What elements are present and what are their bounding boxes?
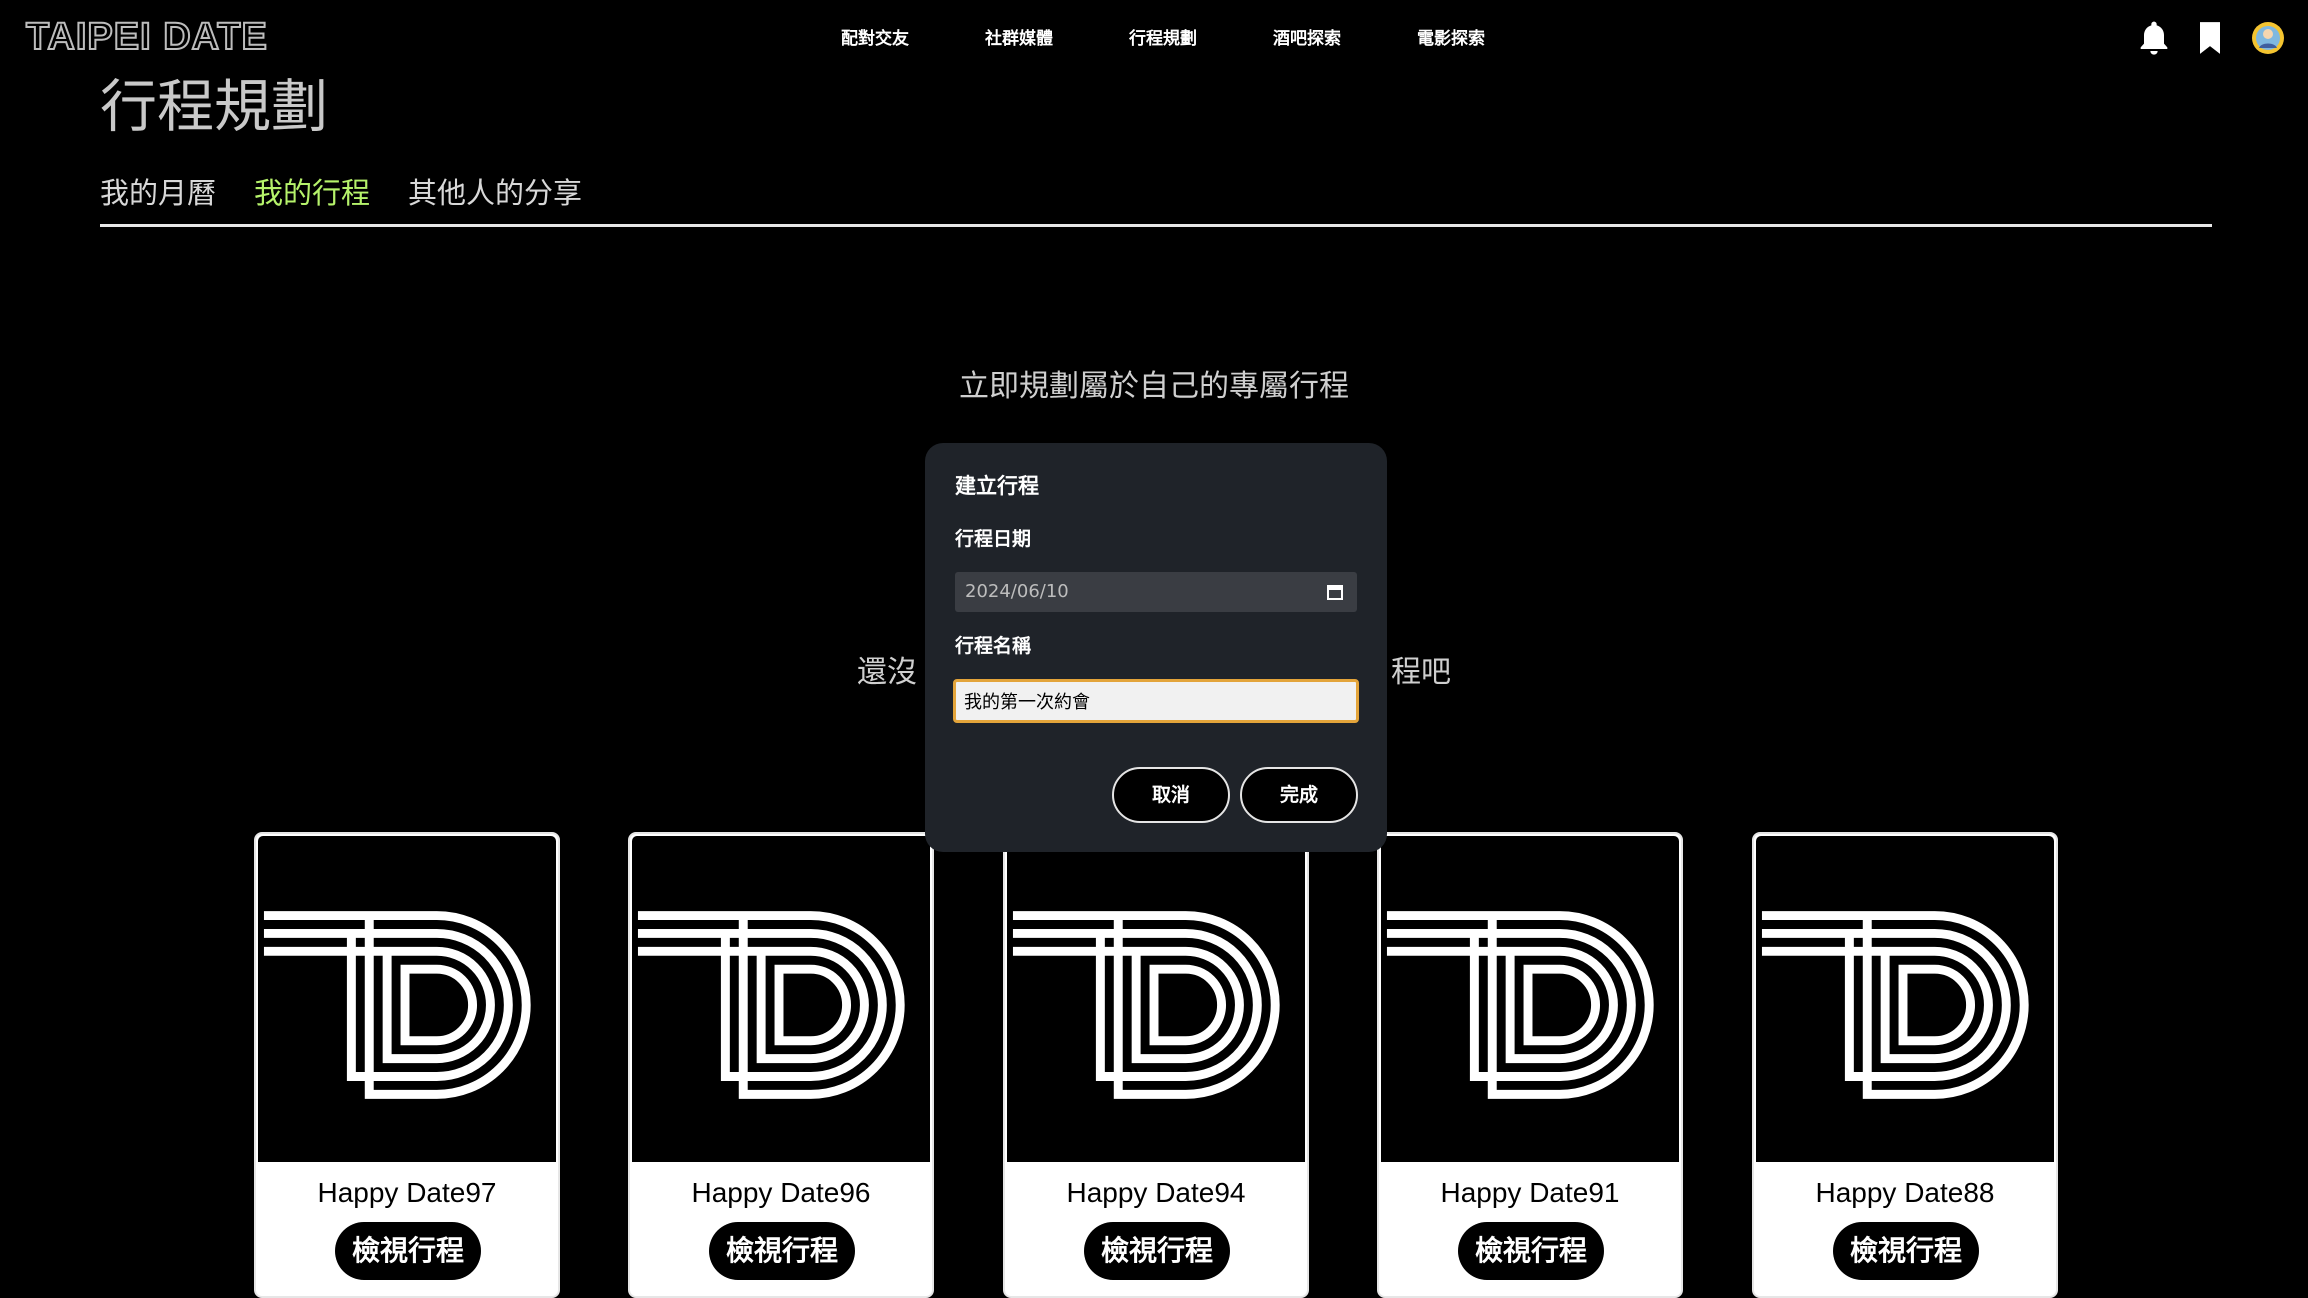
- card-title: Happy Date97: [317, 1177, 497, 1208]
- cancel-button[interactable]: 取消: [1112, 767, 1230, 823]
- tab-my-itinerary[interactable]: 我的行程: [254, 170, 370, 216]
- date-label: 行程日期: [955, 528, 1032, 550]
- view-itinerary-button[interactable]: 檢視行程: [1833, 1222, 1979, 1280]
- view-itinerary-button[interactable]: 檢視行程: [1458, 1222, 1604, 1280]
- d-logo-image: [1761, 911, 2029, 1099]
- card-title: Happy Date94: [1066, 1177, 1246, 1208]
- tab-divider: [100, 224, 2212, 227]
- card-logo-image: [1381, 836, 1679, 1162]
- itinerary-card[interactable]: Happy Date97 檢視行程: [254, 832, 560, 1298]
- view-itinerary-button[interactable]: 檢視行程: [335, 1222, 481, 1280]
- view-itinerary-button[interactable]: 檢視行程: [709, 1222, 855, 1280]
- d-logo-image: [1012, 911, 1280, 1099]
- card-logo-image: [1007, 836, 1305, 1162]
- empty-message-right: 程吧: [1391, 655, 1451, 690]
- calendar-icon[interactable]: [1325, 582, 1345, 602]
- bell-icon[interactable]: [2134, 18, 2174, 58]
- date-value: 2024/06/10: [965, 581, 1069, 602]
- card-title: Happy Date96: [691, 1177, 871, 1208]
- itinerary-card[interactable]: Happy Date96 檢視行程: [628, 832, 934, 1298]
- nav-item-movies[interactable]: 電影探索: [1417, 22, 1485, 56]
- main-nav: 配對交友 社群媒體 行程規劃 酒吧探索 電影探索: [0, 22, 2308, 56]
- card-title: Happy Date88: [1815, 1177, 1995, 1208]
- card-logo-image: [1756, 836, 2054, 1162]
- d-logo-image: [1386, 911, 1654, 1099]
- d-logo-image: [637, 911, 905, 1099]
- card-logo-image: [258, 836, 556, 1162]
- d-logo-image: [263, 911, 531, 1099]
- itinerary-name-input[interactable]: [953, 679, 1359, 723]
- nav-item-itinerary[interactable]: 行程規劃: [1129, 22, 1197, 56]
- nav-item-bars[interactable]: 酒吧探索: [1273, 22, 1341, 56]
- promo-text: 立即規劃屬於自己的專屬行程: [959, 369, 1349, 404]
- avatar[interactable]: [2248, 18, 2288, 58]
- card-logo-image: [632, 836, 930, 1162]
- nav-item-social[interactable]: 社群媒體: [985, 22, 1053, 56]
- tab-my-calendar[interactable]: 我的月曆: [100, 170, 216, 216]
- view-itinerary-button[interactable]: 檢視行程: [1084, 1222, 1230, 1280]
- done-button[interactable]: 完成: [1240, 767, 1358, 823]
- page-title: 行程規劃: [100, 74, 328, 140]
- empty-message-left: 還沒: [857, 655, 917, 690]
- nav-item-matching[interactable]: 配對交友: [841, 22, 909, 56]
- itinerary-card[interactable]: Happy Date88 檢視行程: [1752, 832, 2058, 1298]
- create-itinerary-dialog: 建立行程 行程日期 2024/06/10 行程名稱 取消 完成: [925, 443, 1387, 852]
- name-label: 行程名稱: [955, 635, 1032, 657]
- itinerary-card[interactable]: Happy Date91 檢視行程: [1377, 832, 1683, 1298]
- date-field[interactable]: 2024/06/10: [955, 572, 1357, 612]
- itinerary-card[interactable]: Happy Date94 檢視行程: [1003, 832, 1309, 1298]
- card-title: Happy Date91: [1440, 1177, 1620, 1208]
- tab-others-shared[interactable]: 其他人的分享: [408, 170, 582, 216]
- bookmark-icon[interactable]: [2190, 18, 2230, 58]
- dialog-title: 建立行程: [955, 474, 1039, 498]
- top-navigation-bar: TAIPEI DATE 配對交友 社群媒體 行程規劃 酒吧探索 電影探索: [0, 0, 2308, 76]
